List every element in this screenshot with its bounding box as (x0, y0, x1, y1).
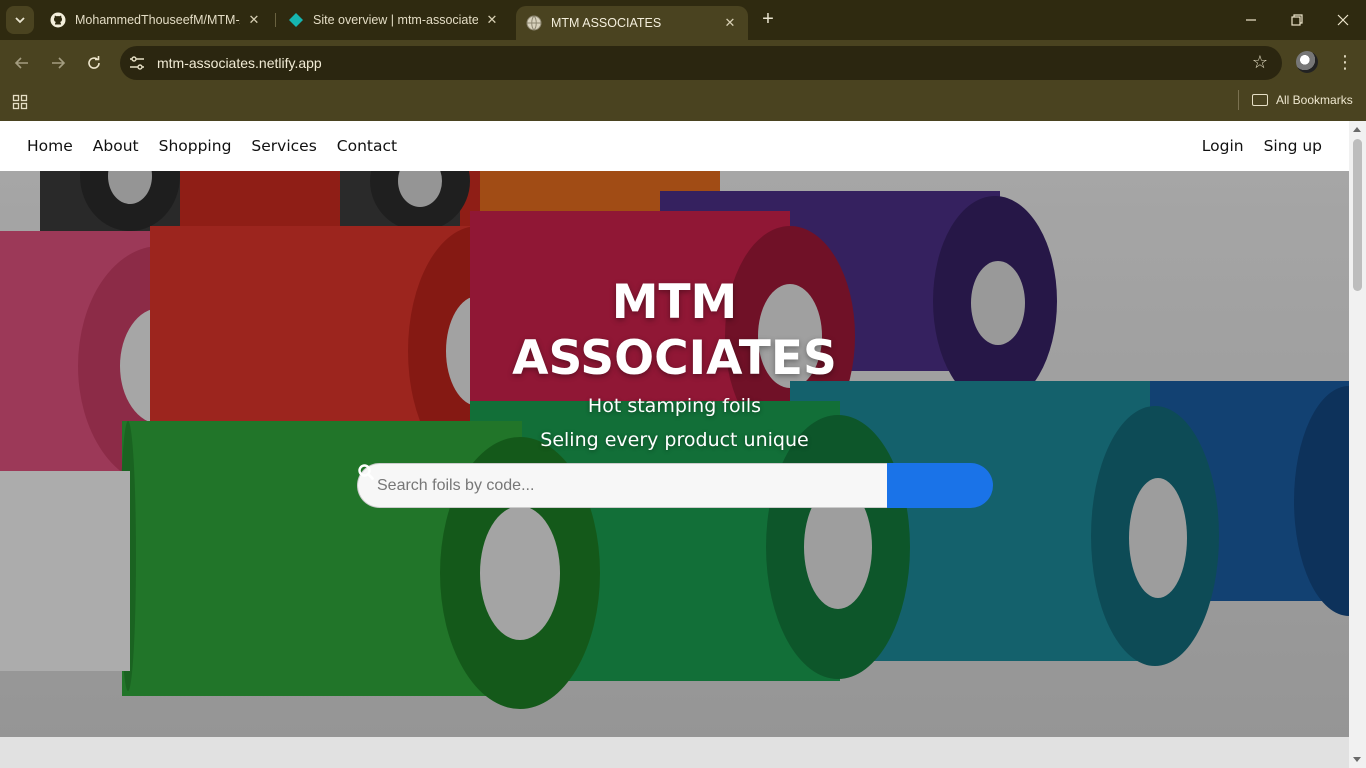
tab-title: MohammedThouseefM/MTM-A (75, 13, 240, 27)
login-link[interactable]: Login (1202, 137, 1244, 155)
bookmark-star-icon[interactable]: ☆ (1252, 52, 1268, 73)
nav-links: Home About Shopping Services Contact (27, 137, 417, 155)
profile-avatar[interactable] (1296, 51, 1318, 73)
bookmarks-divider (1238, 90, 1239, 110)
tab-netlify[interactable]: Site overview | mtm-associates ✕ (278, 6, 510, 34)
tab-search-button[interactable] (6, 6, 34, 34)
browser-toolbar: mtm-associates.netlify.app ☆ (0, 40, 1366, 86)
scrollbar-thumb[interactable] (1353, 139, 1362, 291)
forward-arrow-icon[interactable] (45, 50, 71, 76)
hero-subtitle-2: Seling every product unique (540, 429, 809, 451)
address-bar[interactable]: mtm-associates.netlify.app ☆ (120, 46, 1282, 80)
hero-section: MTM ASSOCIATES Hot stamping foils Seling… (0, 171, 1349, 737)
auth-links: Login Sing up (1202, 137, 1342, 155)
url-text: mtm-associates.netlify.app (157, 55, 322, 71)
nav-about[interactable]: About (93, 137, 139, 155)
hero-dark-overlay (0, 171, 1349, 737)
site-info-icon[interactable] (128, 54, 146, 72)
page-scrollbar[interactable] (1349, 121, 1366, 768)
search-icon (358, 464, 374, 480)
hero-title: MTM ASSOCIATES (0, 275, 1349, 387)
restore-icon[interactable] (1274, 0, 1320, 40)
search-button[interactable] (358, 463, 993, 508)
nav-contact[interactable]: Contact (337, 137, 397, 155)
menu-kebab-icon[interactable]: ⋮ (1336, 52, 1354, 74)
close-icon[interactable]: ✕ (484, 12, 500, 28)
close-icon[interactable]: ✕ (246, 12, 262, 28)
foil-search-input[interactable] (357, 463, 887, 508)
minimize-icon[interactable] (1228, 0, 1274, 40)
reload-icon[interactable] (81, 50, 107, 76)
all-bookmarks-button[interactable]: All Bookmarks (1252, 92, 1353, 108)
site-navbar: Home About Shopping Services Contact Log… (0, 121, 1349, 171)
signup-link[interactable]: Sing up (1264, 137, 1322, 155)
back-arrow-icon[interactable] (9, 50, 35, 76)
apps-grid-icon[interactable] (12, 94, 28, 110)
hero-subtitle-1: Hot stamping foils (587, 395, 762, 417)
github-icon (50, 12, 66, 28)
all-bookmarks-label: All Bookmarks (1276, 93, 1353, 107)
close-icon[interactable]: ✕ (722, 15, 738, 31)
hero-title-line2: ASSOCIATES (512, 331, 837, 386)
tab-separator (275, 13, 276, 27)
bookmarks-bar (0, 86, 1366, 121)
hero-title-line1: MTM (611, 275, 738, 330)
page-viewport: Home About Shopping Services Contact Log… (0, 121, 1366, 768)
scroll-up-icon[interactable] (1353, 127, 1361, 132)
tab-title: Site overview | mtm-associates (313, 13, 478, 27)
nav-home[interactable]: Home (27, 137, 73, 155)
tab-active[interactable]: MTM ASSOCIATES ✕ (516, 6, 748, 40)
new-tab-button[interactable]: + (756, 8, 780, 32)
nav-shopping[interactable]: Shopping (159, 137, 232, 155)
foil-search-form (357, 463, 993, 508)
nav-services[interactable]: Services (251, 137, 316, 155)
browser-tabstrip: MohammedThouseefM/MTM-A ✕ Site overview … (0, 0, 1366, 40)
netlify-icon (288, 12, 304, 28)
tab-github[interactable]: MohammedThouseefM/MTM-A ✕ (40, 6, 272, 34)
window-close-icon[interactable] (1320, 0, 1366, 40)
tab-title: MTM ASSOCIATES (551, 16, 662, 30)
folder-icon (1252, 94, 1268, 106)
next-section (0, 737, 1349, 768)
scroll-down-icon[interactable] (1353, 757, 1361, 762)
globe-icon (526, 15, 542, 31)
chevron-down-icon (15, 17, 25, 24)
